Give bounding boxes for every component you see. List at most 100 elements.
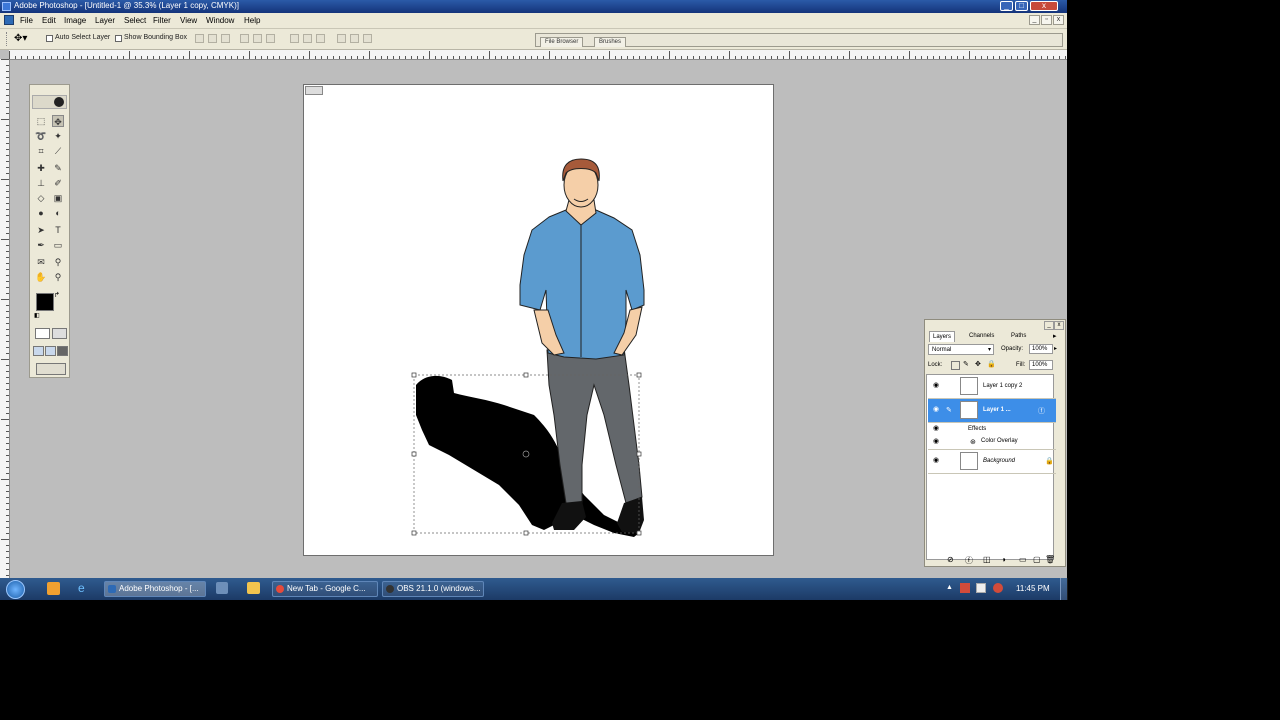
quicklaunch-folder-icon[interactable] bbox=[47, 582, 60, 595]
notes-tool-icon[interactable]: ✉ bbox=[35, 256, 47, 268]
swap-colors-icon[interactable]: ↱ bbox=[54, 291, 60, 299]
hand-tool-icon[interactable]: ✋ bbox=[35, 271, 47, 283]
menu-select[interactable]: Select bbox=[124, 16, 146, 25]
blur-tool-icon[interactable]: ● bbox=[35, 207, 47, 219]
full-screen-menu-mode-icon[interactable] bbox=[45, 346, 56, 356]
add-mask-icon[interactable]: ◫ bbox=[983, 555, 991, 564]
standard-mode-icon[interactable] bbox=[35, 328, 50, 339]
document-icon[interactable] bbox=[4, 15, 14, 25]
link-layers-icon[interactable]: ⊘ bbox=[947, 555, 954, 564]
dodge-tool-icon[interactable]: ◐ bbox=[52, 207, 64, 219]
menu-window[interactable]: Window bbox=[206, 16, 234, 25]
tray-flag-icon[interactable] bbox=[960, 583, 970, 593]
distribute-top-icon[interactable] bbox=[290, 34, 299, 43]
visibility-eye-icon[interactable]: ◉ bbox=[932, 425, 940, 433]
quicklaunch-ie-icon[interactable]: e bbox=[78, 581, 85, 595]
layer-effects-icon[interactable]: ⓕ bbox=[1038, 406, 1045, 416]
rectangle-tool-icon[interactable]: ▭ bbox=[52, 239, 64, 251]
menu-layer[interactable]: Layer bbox=[95, 16, 115, 25]
align-top-icon[interactable] bbox=[195, 34, 204, 43]
delete-layer-icon[interactable]: 🗑 bbox=[1045, 555, 1055, 564]
palette-close-button[interactable]: x bbox=[1054, 321, 1064, 330]
distribute-left-icon[interactable] bbox=[337, 34, 346, 43]
layer-row-layer-1-copy-2[interactable]: ◉ Layer 1 copy 2 bbox=[928, 375, 1056, 399]
taskbar-button-obs[interactable]: OBS 21.1.0 (windows... bbox=[382, 581, 484, 597]
distribute-right-icon[interactable] bbox=[363, 34, 372, 43]
menu-file[interactable]: File bbox=[20, 16, 33, 25]
minimize-button[interactable]: _ bbox=[1000, 1, 1013, 11]
lock-image-icon[interactable]: ✎ bbox=[963, 360, 969, 368]
palette-minimize-button[interactable]: _ bbox=[1044, 321, 1054, 330]
tray-network-icon[interactable] bbox=[976, 583, 986, 593]
distribute-hcenter-icon[interactable] bbox=[350, 34, 359, 43]
add-layer-style-icon[interactable]: ⓕ bbox=[965, 555, 973, 566]
standard-screen-mode-icon[interactable] bbox=[33, 346, 44, 356]
slice-tool-icon[interactable]: ⟋ bbox=[52, 145, 64, 157]
start-button[interactable] bbox=[6, 580, 25, 599]
palette-menu-icon[interactable]: ▸ bbox=[1053, 332, 1057, 340]
doc-restore-button[interactable]: ▫ bbox=[1041, 15, 1052, 25]
crop-tool-icon[interactable]: ⌗ bbox=[35, 145, 47, 157]
visibility-eye-icon[interactable]: ◉ bbox=[932, 406, 940, 414]
zoom-tool-icon[interactable]: ⚲ bbox=[52, 271, 64, 283]
magic-wand-tool-icon[interactable]: ✦ bbox=[52, 130, 64, 142]
visibility-eye-icon[interactable]: ◉ bbox=[932, 457, 940, 465]
opacity-slider-arrow-icon[interactable]: ▸ bbox=[1054, 345, 1057, 352]
tray-volume-icon[interactable] bbox=[993, 583, 1003, 593]
color-overlay-row[interactable]: ◉ ⊛ Color Overlay bbox=[928, 435, 1056, 450]
move-tool-icon[interactable]: ✥ bbox=[52, 115, 64, 127]
document-canvas[interactable] bbox=[303, 84, 774, 556]
tab-brushes[interactable]: Brushes bbox=[594, 37, 627, 47]
taskbar-button-chrome[interactable]: New Tab - Google C... bbox=[272, 581, 378, 597]
lock-position-icon[interactable]: ✥ bbox=[975, 360, 981, 368]
marquee-tool-icon[interactable]: ⬚ bbox=[35, 115, 47, 127]
default-colors-icon[interactable]: ◧ bbox=[34, 312, 40, 319]
full-screen-mode-icon[interactable] bbox=[57, 346, 68, 356]
close-button[interactable]: x bbox=[1030, 1, 1058, 11]
tab-file-browser[interactable]: File Browser bbox=[540, 37, 584, 47]
foreground-color-swatch[interactable] bbox=[36, 293, 54, 311]
tab-paths[interactable]: Paths bbox=[1008, 331, 1029, 341]
layer-row-layer-1-selected[interactable]: ◉ ✎ Layer 1 ... ⓕ bbox=[928, 399, 1056, 423]
tab-layers[interactable]: Layers bbox=[929, 331, 956, 342]
auto-select-layer-checkbox[interactable] bbox=[46, 35, 53, 42]
align-right-icon[interactable] bbox=[266, 34, 275, 43]
quick-mask-mode-icon[interactable] bbox=[52, 328, 67, 339]
lock-transparency-icon[interactable] bbox=[951, 361, 960, 370]
clone-stamp-tool-icon[interactable]: ⊥ bbox=[35, 177, 47, 189]
show-bounding-box-checkbox[interactable] bbox=[115, 35, 122, 42]
menu-filter[interactable]: Filter bbox=[153, 16, 171, 25]
doc-close-button[interactable]: x bbox=[1053, 15, 1064, 25]
move-tool-preset-icon[interactable]: ✥▾ bbox=[14, 33, 27, 44]
maximize-button[interactable]: □ bbox=[1015, 1, 1028, 11]
align-hcenter-icon[interactable] bbox=[253, 34, 262, 43]
new-layer-set-icon[interactable]: ▭ bbox=[1019, 555, 1027, 564]
feather-logo-icon[interactable] bbox=[54, 97, 64, 107]
menu-edit[interactable]: Edit bbox=[42, 16, 56, 25]
menu-view[interactable]: View bbox=[180, 16, 197, 25]
visibility-eye-icon[interactable]: ◉ bbox=[932, 382, 940, 390]
quicklaunch-explorer-icon[interactable] bbox=[247, 582, 260, 594]
doc-minimize-button[interactable]: _ bbox=[1029, 15, 1040, 25]
brush-link-icon[interactable]: ✎ bbox=[946, 406, 952, 414]
show-hidden-icons-icon[interactable]: ▲ bbox=[946, 584, 953, 591]
brush-tool-icon[interactable]: ✎ bbox=[52, 162, 64, 174]
eraser-tool-icon[interactable]: ◇ bbox=[35, 192, 47, 204]
fill-input[interactable]: 100% bbox=[1029, 360, 1053, 370]
align-bottom-icon[interactable] bbox=[221, 34, 230, 43]
clock[interactable]: 11:45 PM bbox=[1016, 584, 1050, 593]
align-vcenter-icon[interactable] bbox=[208, 34, 217, 43]
show-desktop-button[interactable] bbox=[1060, 578, 1068, 600]
gradient-tool-icon[interactable]: ▣ bbox=[52, 192, 64, 204]
layer-row-background[interactable]: ◉ Background 🔒 bbox=[928, 450, 1056, 474]
menu-image[interactable]: Image bbox=[64, 16, 86, 25]
type-tool-icon[interactable]: T bbox=[52, 224, 64, 236]
lasso-tool-icon[interactable]: ➰ bbox=[35, 130, 47, 142]
jump-to-imageready-icon[interactable] bbox=[36, 363, 66, 375]
visibility-eye-icon[interactable]: ◉ bbox=[932, 438, 940, 446]
eyedropper-tool-icon[interactable]: ⚲ bbox=[52, 256, 64, 268]
blend-mode-select[interactable]: Normal ▾ bbox=[928, 344, 994, 355]
history-brush-tool-icon[interactable]: ✐ bbox=[52, 177, 64, 189]
new-fill-layer-icon[interactable]: ◑ bbox=[1001, 555, 1006, 564]
opacity-input[interactable]: 100% bbox=[1029, 344, 1053, 354]
